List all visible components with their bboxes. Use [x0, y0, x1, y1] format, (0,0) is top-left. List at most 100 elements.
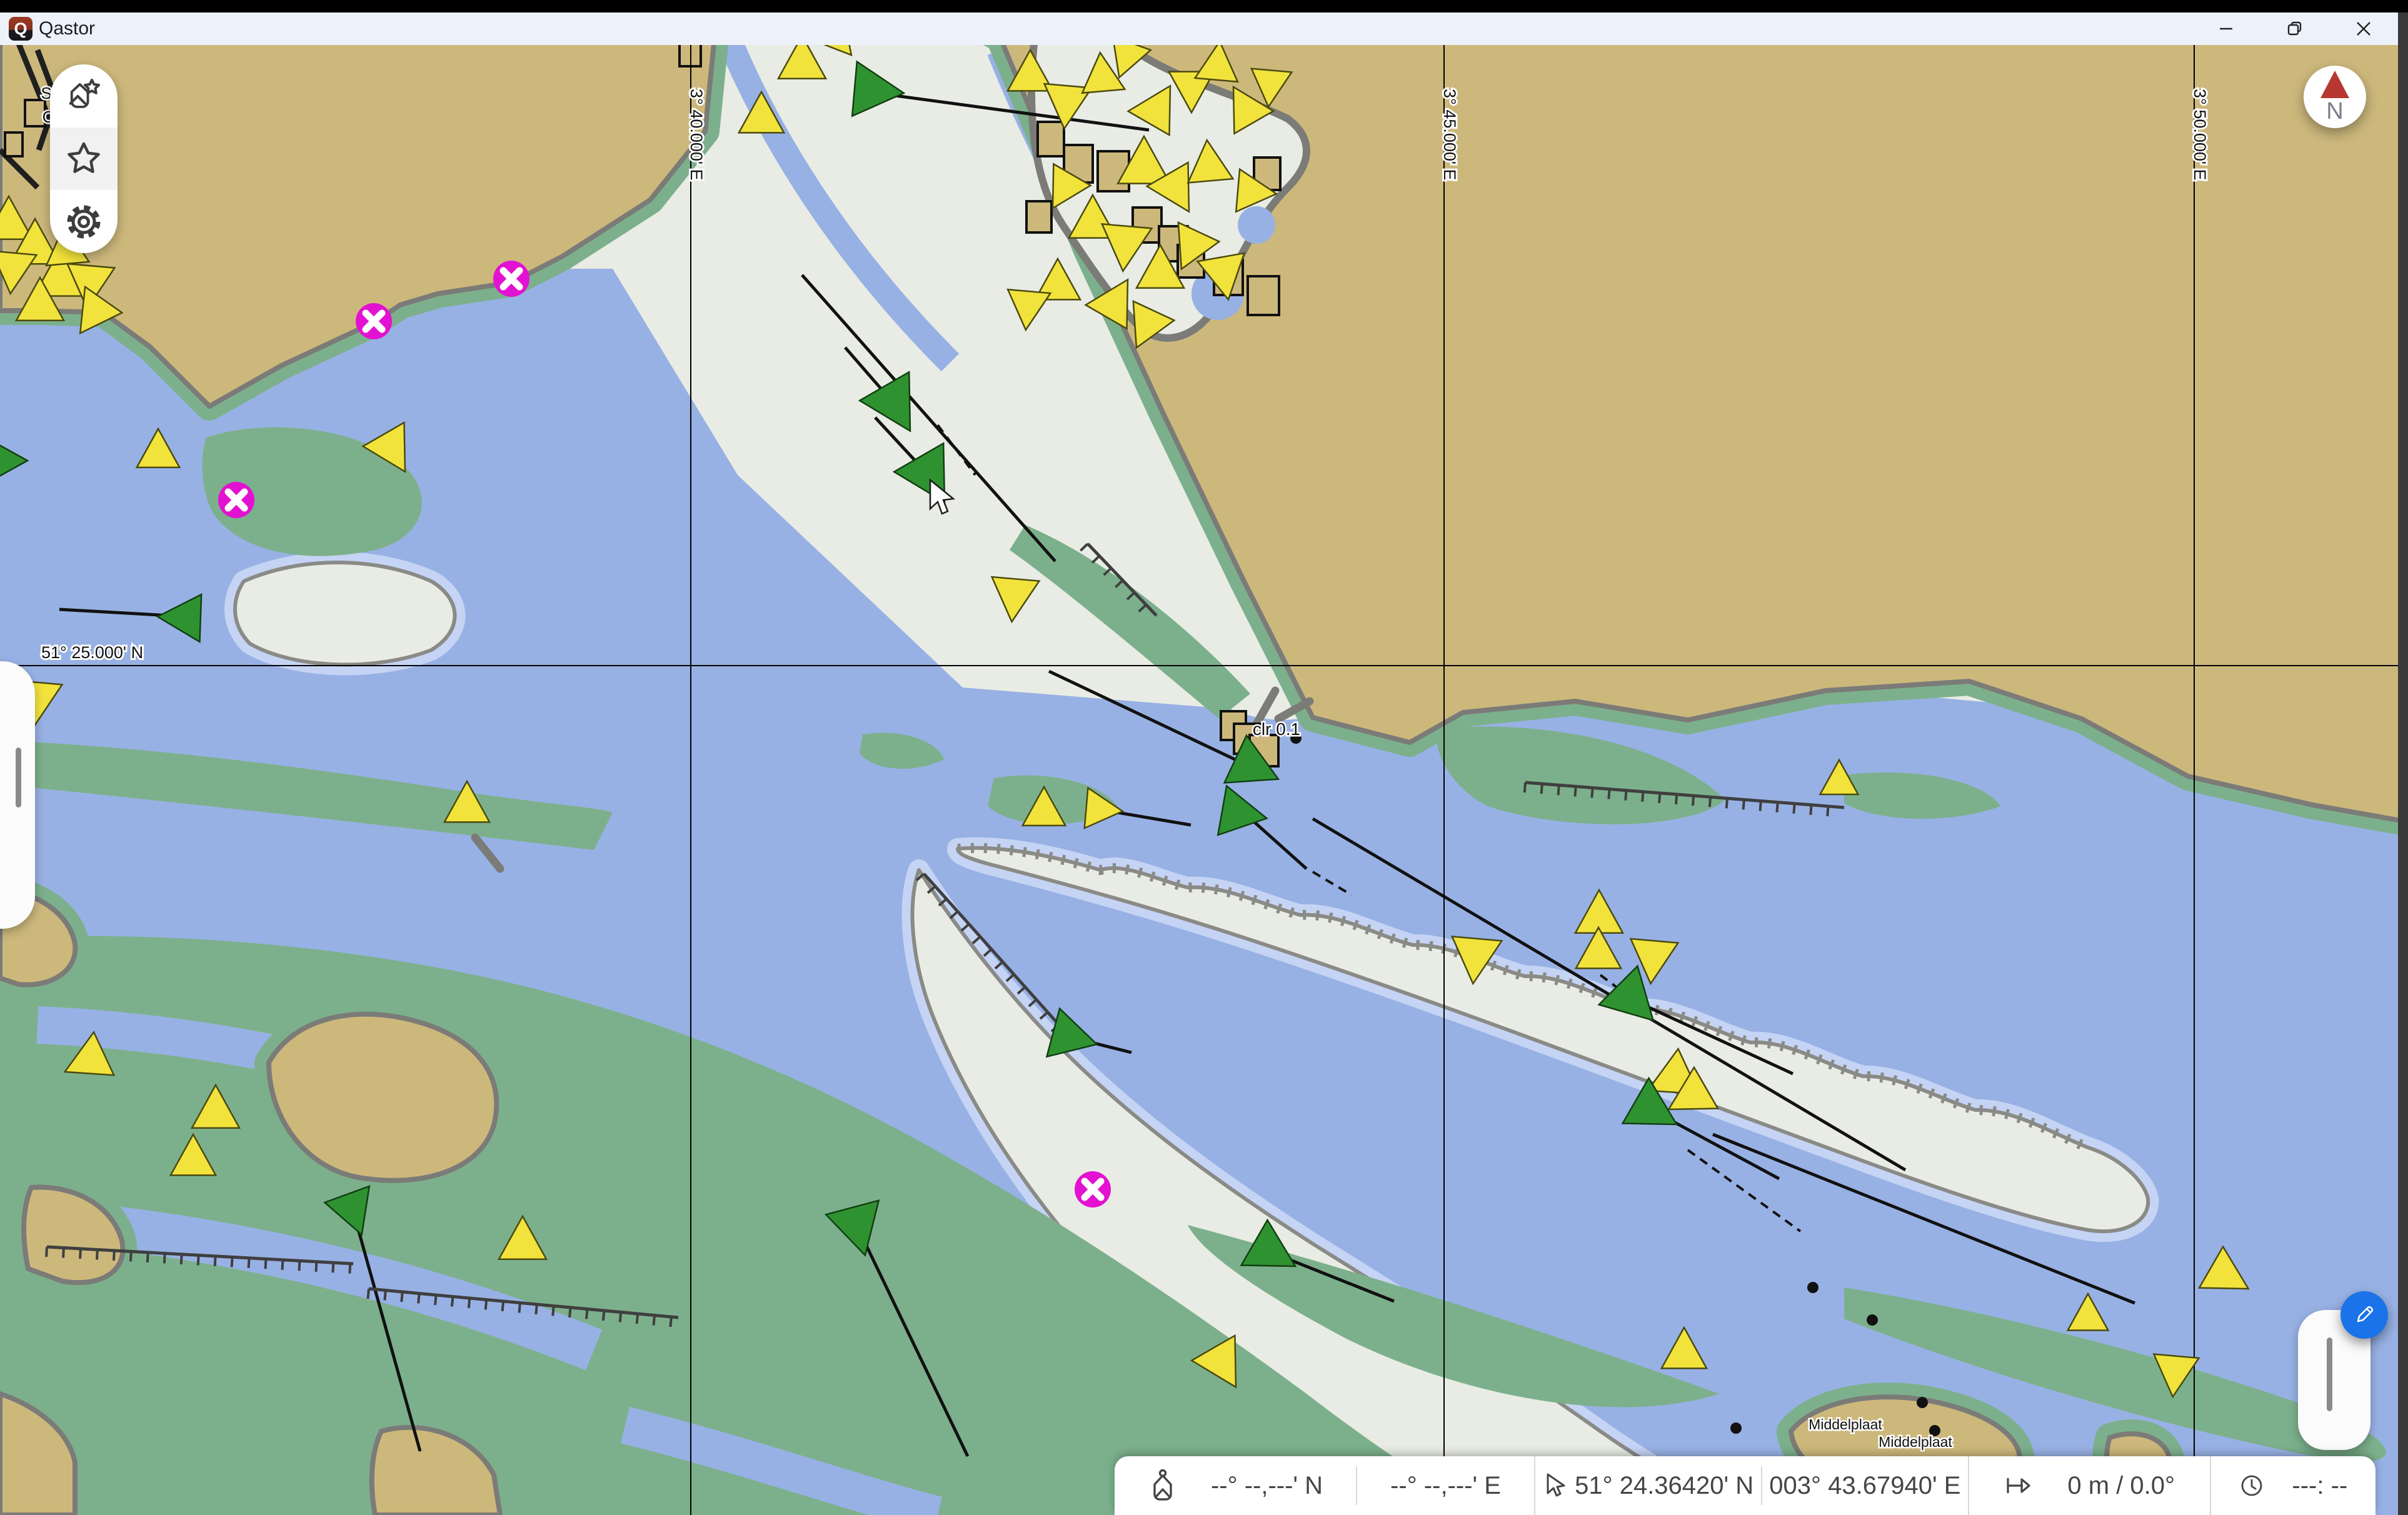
close-button[interactable]: [2329, 12, 2398, 45]
toolbar-favorites-button[interactable]: [50, 128, 118, 191]
map-label: clr 0.1: [1253, 719, 1300, 739]
toolbar-pilot-route-button[interactable]: [50, 64, 118, 128]
screen-top-strip: [0, 0, 2408, 12]
point-feature: [1807, 1282, 1819, 1293]
drag-grip-icon: [2327, 1338, 2332, 1411]
wall-tick: [1558, 785, 1559, 795]
map-label: Middelplaat: [1809, 1416, 1882, 1432]
own-ship-lon: --° --,---' E: [1390, 1472, 1501, 1500]
nautical-chart[interactable]: 51° 25.000' N 3° 40.000' E 3° 45.000' E 3° …: [0, 0, 2408, 1515]
wall-tick: [586, 1309, 587, 1319]
title-bar: Q Qastor: [0, 12, 2398, 45]
obstruction-x-marker[interactable]: [218, 482, 254, 518]
wall-tick: [215, 1256, 216, 1266]
drag-grip-icon: [16, 748, 21, 808]
close-icon: [2355, 20, 2372, 38]
screen-right-strip: [2398, 12, 2408, 1515]
wall-tick: [1625, 791, 1626, 801]
divider: [1356, 1466, 1357, 1505]
compass-north-label: N: [2326, 99, 2343, 123]
wall-tick: [1793, 804, 1794, 814]
own-ship-icon: [1148, 1468, 1178, 1503]
wall-tick: [97, 1249, 98, 1259]
window-controls: [2192, 12, 2398, 45]
wall-tick: [63, 1248, 64, 1258]
restore-icon: [2286, 20, 2304, 38]
grid-label: 3° 40.000' E: [687, 89, 706, 181]
wall-tick: [1676, 794, 1677, 804]
north-compass[interactable]: N: [2304, 66, 2366, 128]
cursor-position-icon: [1543, 1472, 1568, 1499]
qastor-app-window: { "window": {"title": "Qastor"}, "titleb…: [0, 0, 2408, 1515]
map-toolbar: [50, 64, 118, 253]
wall-tick: [654, 1315, 655, 1325]
wall-tick: [1827, 806, 1828, 816]
cursor-lon: 003° 43.67940' E: [1769, 1472, 1960, 1500]
sandbank: [235, 562, 454, 664]
app-title: Qastor: [39, 18, 95, 39]
wall-tick: [198, 1255, 199, 1265]
wall-tick: [80, 1249, 81, 1259]
wall-tick: [603, 1311, 604, 1321]
edit-pencil-button[interactable]: [2340, 1291, 2388, 1339]
wall-tick: [452, 1296, 453, 1306]
left-drawer-handle[interactable]: [0, 661, 35, 929]
divider: [1761, 1466, 1762, 1505]
wall-tick: [46, 1247, 47, 1257]
cursor-lat: 51° 24.36420' N: [1575, 1472, 1753, 1500]
obstruction-x-marker[interactable]: [356, 303, 392, 339]
wall-tick: [418, 1293, 419, 1303]
wall-tick: [670, 1317, 671, 1327]
pencil-icon: [2352, 1302, 2377, 1328]
wall-tick: [1608, 789, 1609, 799]
pilot-route-icon: [64, 76, 103, 115]
harbour-building: [1248, 276, 1279, 315]
wall-tick: [1575, 786, 1576, 796]
wall-tick: [1659, 793, 1660, 803]
time-value: ---: --: [2292, 1472, 2347, 1500]
grid-label: 51° 25.000' N: [41, 643, 143, 662]
measure-icon: [2004, 1473, 2033, 1498]
wall-tick: [384, 1290, 385, 1300]
wall-tick: [1743, 799, 1744, 809]
cursor-position-section[interactable]: 51° 24.36420' N 003° 43.67940' E: [1534, 1456, 1968, 1515]
wall-tick: [1810, 805, 1811, 815]
obstruction-x-marker[interactable]: [493, 261, 529, 297]
time-section[interactable]: ---: --: [2210, 1456, 2375, 1515]
wall-tick: [1777, 802, 1778, 812]
favorites-star-icon: [65, 140, 103, 178]
clock-icon: [2239, 1473, 2264, 1498]
settings-gear-icon: [64, 202, 103, 241]
wall-tick: [401, 1292, 402, 1302]
own-ship-position-section[interactable]: --° --,---' N --° --,---' E: [1115, 1456, 1534, 1515]
point-feature: [1730, 1422, 1742, 1434]
maximize-button[interactable]: [2260, 12, 2329, 45]
wall-tick: [637, 1314, 638, 1324]
compass-needle-icon: [2320, 71, 2349, 98]
qastor-logo-icon: Q: [9, 17, 33, 41]
obstruction-x-marker[interactable]: [1075, 1171, 1111, 1208]
wall-tick: [569, 1308, 570, 1318]
grid-label: 3° 45.000' E: [1440, 89, 1459, 181]
wall-tick: [181, 1254, 182, 1264]
wall-tick: [1760, 801, 1761, 811]
wall-tick: [232, 1257, 233, 1267]
measure-section[interactable]: 0 m / 0.0°: [1968, 1456, 2210, 1515]
wall-tick: [299, 1261, 300, 1271]
harbour-building: [1026, 201, 1051, 232]
status-bar: --° --,---' N --° --,---' E 51° 24.36420…: [1115, 1456, 2375, 1515]
own-ship-lat: --° --,---' N: [1211, 1472, 1323, 1500]
basin-water: [1238, 206, 1275, 244]
harbour-building: [1038, 122, 1064, 156]
point-feature: [1917, 1397, 1928, 1408]
harbour-building: [5, 132, 23, 156]
wall-tick: [620, 1312, 621, 1322]
wall-tick: [435, 1295, 436, 1305]
wall-tick: [368, 1289, 369, 1299]
minimize-button[interactable]: [2192, 12, 2260, 45]
grid-label: 3° 50.000' E: [2190, 89, 2209, 181]
wall-tick: [349, 1264, 350, 1274]
map-label: Middelplaat: [1879, 1434, 1952, 1450]
point-feature: [1867, 1314, 1878, 1326]
measure-value: 0 m / 0.0°: [2067, 1472, 2175, 1500]
